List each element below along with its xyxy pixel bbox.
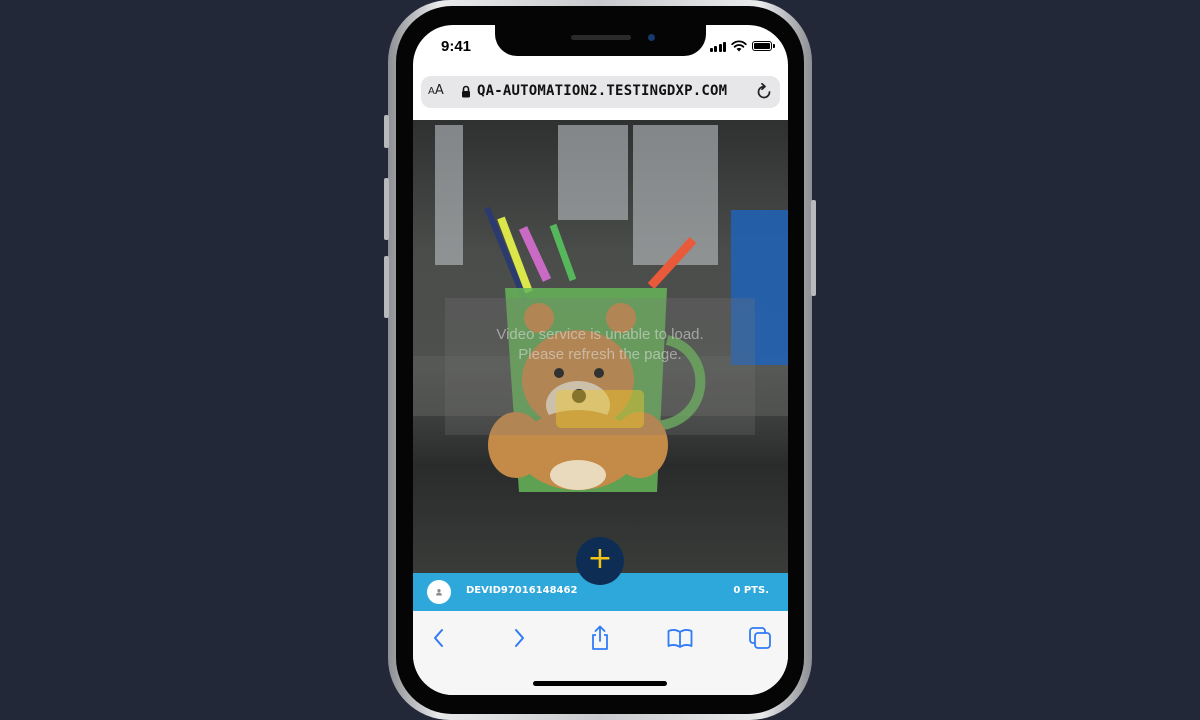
video-player[interactable]: Video service is unable to load. Please … — [413, 120, 788, 575]
home-indicator — [533, 681, 667, 686]
book-icon — [667, 629, 693, 648]
forward-button[interactable] — [506, 625, 532, 651]
points-count: 0 PTS. — [733, 585, 769, 596]
refresh-button[interactable] — [556, 390, 644, 428]
volume-down-button — [384, 256, 389, 318]
video-error-message: Video service is unable to load. Please … — [445, 325, 755, 365]
share-button[interactable] — [587, 625, 613, 651]
bookmarks-button[interactable] — [667, 625, 693, 651]
cellular-signal-icon — [709, 41, 726, 52]
tabs-icon — [749, 627, 771, 649]
url-display[interactable]: QA-AUTOMATION2.TESTINGDXP.COM — [461, 83, 727, 99]
power-button — [811, 200, 816, 296]
battery-icon — [752, 41, 775, 51]
chevron-right-icon — [515, 629, 524, 647]
share-icon — [592, 625, 608, 650]
video-error-line-2: Please refresh the page. — [518, 346, 682, 363]
status-icons — [709, 40, 775, 52]
video-error-line-1: Video service is unable to load. — [496, 326, 704, 343]
add-button[interactable]: + — [576, 537, 624, 585]
chevron-left-icon — [434, 629, 443, 647]
lock-icon — [462, 85, 470, 97]
notch — [495, 25, 706, 56]
user-icon — [436, 589, 442, 596]
front-camera — [648, 34, 655, 41]
reload-icon[interactable] — [754, 82, 774, 102]
mute-switch — [384, 115, 389, 148]
back-button[interactable] — [426, 625, 452, 651]
text-size-button[interactable]: AA — [428, 83, 444, 98]
speaker-grille — [571, 35, 631, 40]
phone-screen: 9:41 AA QA-AUTOMATION2.TESTINGDXP.COM Vi… — [413, 25, 788, 695]
address-bar[interactable]: AA QA-AUTOMATION2.TESTINGDXP.COM — [421, 76, 780, 108]
tabs-button[interactable] — [747, 625, 773, 651]
avatar[interactable] — [427, 580, 451, 604]
username: DEVID97016148462 — [466, 585, 578, 596]
status-time: 9:41 — [441, 38, 472, 55]
url-text: QA-AUTOMATION2.TESTINGDXP.COM — [477, 83, 728, 99]
wifi-icon — [731, 40, 747, 52]
volume-up-button — [384, 178, 389, 240]
